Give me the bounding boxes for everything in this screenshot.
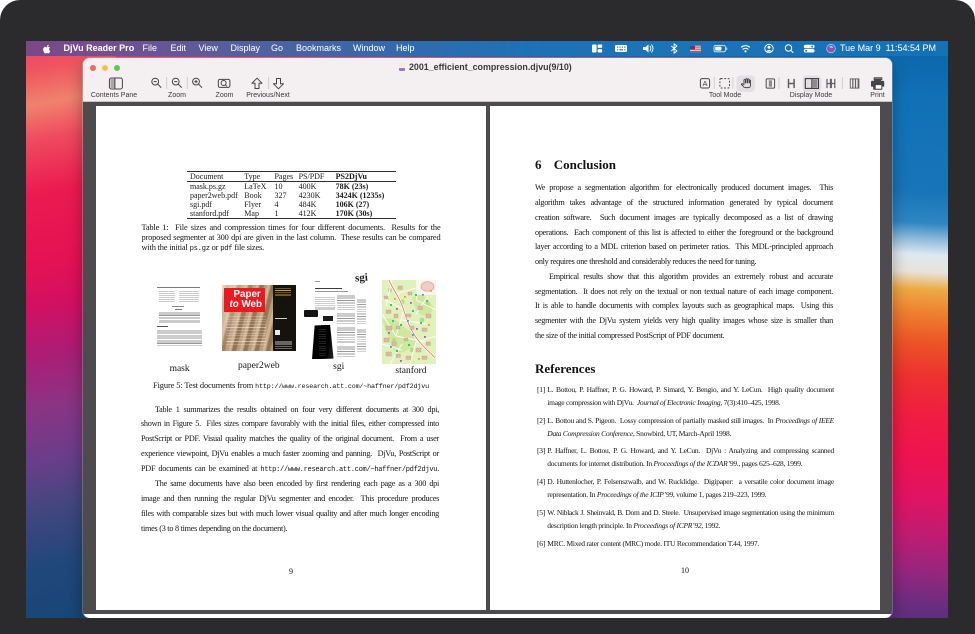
svg-text:A: A [702,79,707,88]
